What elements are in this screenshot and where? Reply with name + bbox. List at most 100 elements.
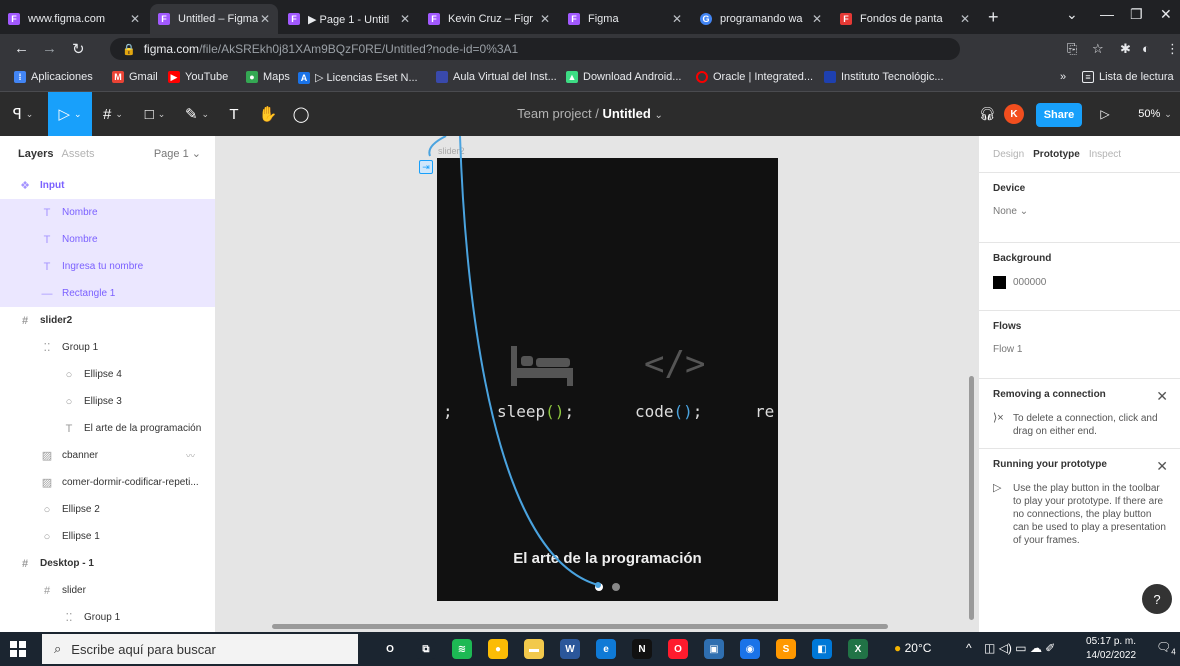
tab-search-icon[interactable]: ⌄: [1066, 6, 1078, 23]
browser-tab[interactable]: F Fondos de panta ✕: [832, 4, 978, 34]
word-icon[interactable]: W: [560, 639, 580, 659]
visibility-toggle-icon[interactable]: 〰: [186, 449, 195, 462]
device-select[interactable]: None ⌄: [993, 206, 1166, 217]
help-button[interactable]: ?: [1142, 584, 1172, 614]
layer-row[interactable]: ❖ Input: [0, 172, 215, 199]
pen-tool-button[interactable]: ✎ ⌄: [176, 92, 218, 136]
browser-tab[interactable]: F Figma ✕: [560, 4, 690, 34]
system-clock[interactable]: 05:17 p. m. 14/02/2022: [1086, 635, 1136, 663]
close-icon[interactable]: ✕: [960, 12, 970, 26]
comment-tool-button[interactable]: ◯: [286, 92, 316, 136]
reading-list-button[interactable]: ≡ Lista de lectura: [1082, 71, 1174, 83]
extensions-icon[interactable]: ✱: [1120, 41, 1131, 57]
close-icon[interactable]: ✕: [1156, 388, 1168, 405]
minimize-icon[interactable]: —: [1100, 6, 1114, 22]
close-icon[interactable]: ✕: [130, 12, 140, 26]
browser-tab-active[interactable]: F Untitled – Figma ✕: [150, 4, 278, 34]
edge-icon[interactable]: e: [596, 639, 616, 659]
vertical-scrollbar[interactable]: [969, 376, 974, 620]
taskbar-search[interactable]: ⌕ Escribe aquí para buscar: [42, 634, 358, 664]
close-icon[interactable]: ✕: [260, 12, 270, 26]
text-tool-button[interactable]: T: [220, 92, 248, 136]
excel-icon[interactable]: X: [848, 639, 868, 659]
vscode-icon[interactable]: ◧: [812, 639, 832, 659]
chrome-icon[interactable]: ●: [488, 639, 508, 659]
background-hex[interactable]: 000000: [1013, 277, 1046, 288]
browser-tab[interactable]: F Kevin Cruz – Figr ✕: [420, 4, 558, 34]
shape-tool-button[interactable]: □ ⌄: [134, 92, 176, 136]
bookmark-instituto[interactable]: Instituto Tecnológic...: [824, 71, 944, 83]
bookmark-maps[interactable]: ● Maps: [246, 71, 290, 83]
layer-row[interactable]: — Rectangle 1: [0, 280, 215, 307]
tab-design[interactable]: Design: [993, 149, 1024, 160]
new-tab-button[interactable]: +: [988, 7, 999, 28]
main-menu-button[interactable]: ꟼ ⌄: [0, 92, 46, 136]
layer-row[interactable]: T Nombre: [0, 199, 215, 226]
spotify-icon[interactable]: ≋: [452, 639, 472, 659]
windows-start-icon[interactable]: [10, 641, 26, 657]
bookmark-oracle[interactable]: Oracle | Integrated...: [696, 71, 813, 83]
layer-row[interactable]: T Ingresa tu nombre: [0, 253, 215, 280]
menu-icon[interactable]: ⋮: [1166, 41, 1179, 57]
layer-row[interactable]: ▨ cbanner 〰: [0, 442, 215, 469]
frame-tool-button[interactable]: # ⌄: [92, 92, 134, 136]
address-bar[interactable]: 🔒 figma.com/file/AkSREkh0j81XAm9BQzF0RE/…: [110, 38, 960, 60]
connection-handle-icon[interactable]: ⇥: [419, 160, 433, 174]
weather-widget[interactable]: ● 20°C: [894, 641, 931, 655]
virtualbox-icon[interactable]: ▣: [704, 639, 724, 659]
tray-icons[interactable]: ◫ ◁) ▭ ☁ ✐: [984, 641, 1055, 655]
layer-row[interactable]: ▨ comer-dormir-codificar-repeti...: [0, 469, 215, 496]
layer-row[interactable]: ○ Ellipse 1: [0, 523, 215, 550]
browser-tab[interactable]: F ▶ Page 1 - Untitl ✕: [280, 4, 418, 34]
canvas[interactable]: slider2 </> ; sleep(); code(); re El art…: [216, 136, 978, 632]
close-icon[interactable]: ✕: [400, 12, 410, 26]
color-swatch[interactable]: [993, 276, 1006, 289]
more-bookmarks-button[interactable]: »: [1060, 71, 1066, 83]
bookmark-apps[interactable]: ⁞ Aplicaciones: [14, 71, 93, 83]
flow-item[interactable]: Flow 1: [993, 344, 1166, 355]
file-name[interactable]: Untitled: [602, 106, 650, 121]
browser-tab[interactable]: Gprogramando wa ✕: [692, 4, 830, 34]
app-icon[interactable]: ◉: [740, 639, 760, 659]
page-selector[interactable]: Page 1 ⌄: [154, 147, 201, 160]
close-icon[interactable]: ✕: [1156, 458, 1168, 475]
layer-row[interactable]: T El arte de la programación: [0, 415, 215, 442]
tab-layers[interactable]: Layers: [18, 148, 53, 160]
tab-prototype[interactable]: Prototype: [1033, 149, 1080, 160]
netflix-icon[interactable]: N: [632, 639, 652, 659]
opera-icon[interactable]: O: [668, 639, 688, 659]
hand-tool-button[interactable]: ✋: [252, 92, 284, 136]
layer-row[interactable]: ⁚⁚ Group 1: [0, 334, 215, 361]
layer-row[interactable]: ○ Ellipse 3: [0, 388, 215, 415]
bookmark-android[interactable]: ▲ Download Android...: [566, 71, 681, 83]
avatar[interactable]: K: [1004, 104, 1024, 124]
share-page-icon[interactable]: ⎘: [1067, 41, 1077, 57]
file-explorer-icon[interactable]: ▬: [524, 639, 544, 659]
layer-row[interactable]: # Desktop - 1: [0, 550, 215, 577]
layer-row[interactable]: ⁚⁚ Group 1: [0, 604, 215, 631]
forward-icon[interactable]: →: [42, 40, 57, 57]
layer-row[interactable]: # slider: [0, 577, 215, 604]
layer-row[interactable]: ○ Ellipse 2: [0, 496, 215, 523]
bookmark-aula-virtual[interactable]: Aula Virtual del Inst...: [436, 71, 557, 83]
task-view-icon[interactable]: ⧉: [416, 639, 436, 659]
bookmark-gmail[interactable]: M Gmail: [112, 71, 158, 83]
back-icon[interactable]: ←: [14, 40, 29, 57]
close-icon[interactable]: ✕: [812, 12, 822, 26]
prototype-connection[interactable]: [216, 136, 978, 632]
notification-center-icon[interactable]: 🗨︎4: [1156, 640, 1176, 656]
bookmark-star-icon[interactable]: ☆: [1092, 41, 1104, 57]
team-name[interactable]: Team project: [517, 106, 591, 121]
browser-tab[interactable]: Fwww.figma.com ✕: [0, 4, 148, 34]
layer-row[interactable]: ○ Ellipse 4: [0, 361, 215, 388]
close-icon[interactable]: ✕: [540, 12, 550, 26]
reload-icon[interactable]: ↻: [72, 40, 85, 58]
window-close-icon[interactable]: ✕: [1160, 6, 1172, 23]
headphones-icon[interactable]: 🎧︎: [976, 92, 998, 136]
tab-inspect[interactable]: Inspect: [1089, 149, 1121, 160]
present-play-icon[interactable]: ▷: [1094, 92, 1116, 136]
cortana-icon[interactable]: O: [380, 639, 400, 659]
move-tool-button[interactable]: ▷ ⌄: [48, 92, 92, 136]
bookmark-youtube[interactable]: ▶ YouTube: [168, 71, 228, 83]
restore-icon[interactable]: ❐: [1130, 6, 1143, 23]
